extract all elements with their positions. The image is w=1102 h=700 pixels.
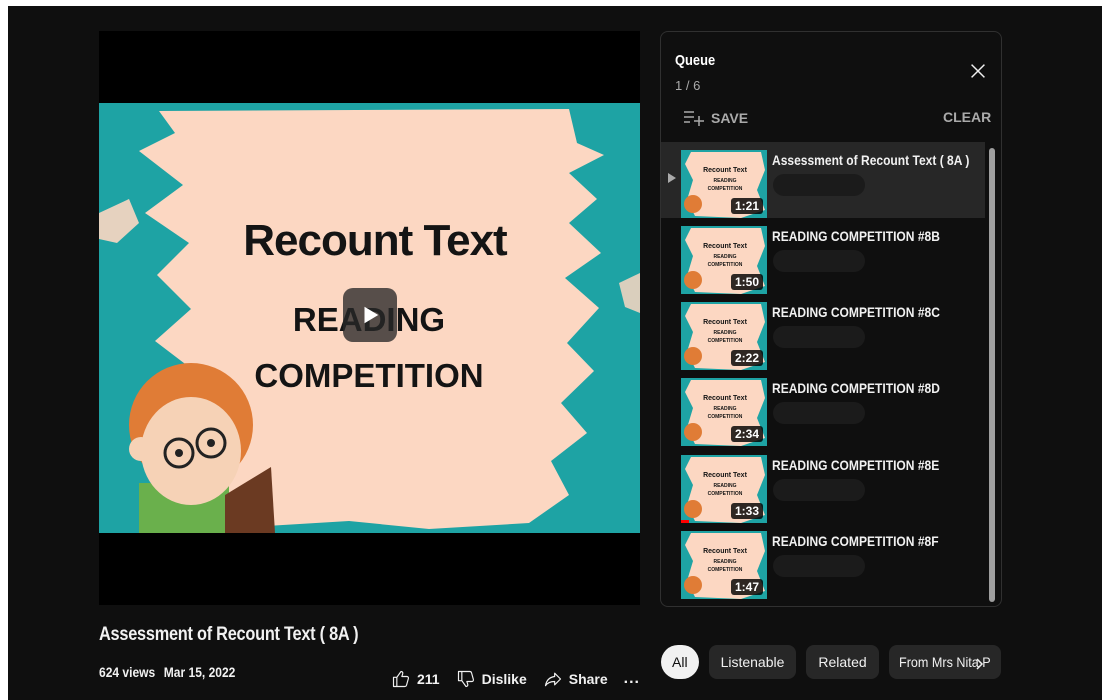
queue-thumb-heading: Recount Text bbox=[703, 167, 747, 174]
clear-queue-button[interactable]: CLEAR bbox=[943, 109, 991, 125]
queue-thumb-line1: READING bbox=[713, 406, 736, 412]
duration-badge: 1:33 bbox=[730, 503, 763, 519]
queue-thumb-line1: READING bbox=[713, 178, 736, 184]
share-label: Share bbox=[568, 671, 608, 687]
queue-item-channel-redacted bbox=[773, 402, 865, 424]
queue-item-channel-redacted bbox=[773, 250, 865, 272]
queue-item-thumbnail: Recount Text READING COMPETITION 1:21 bbox=[681, 150, 767, 218]
queue-item-title: Assessment of Recount Text ( 8A ) bbox=[772, 152, 970, 168]
duration-badge: 2:34 bbox=[730, 426, 763, 442]
more-icon: ... bbox=[623, 670, 640, 687]
thumbnail-heading: Recount Text bbox=[243, 216, 508, 265]
queue-thumb-line2: COMPETITION bbox=[708, 414, 743, 420]
share-button[interactable]: Share bbox=[543, 669, 608, 689]
queue-thumb-heading: Recount Text bbox=[703, 319, 747, 326]
queue-thumb-line1: READING bbox=[713, 559, 736, 565]
queue-item-thumbnail: Recount Text READING COMPETITION 2:22 bbox=[681, 302, 767, 370]
like-count: 211 bbox=[417, 671, 440, 687]
queue-thumb-line2: COMPETITION bbox=[708, 491, 743, 497]
close-icon[interactable] bbox=[967, 60, 989, 82]
queue-item-channel-redacted bbox=[773, 555, 865, 577]
youtube-watch-page: Recount Text READING COMPETITION bbox=[8, 6, 1102, 700]
queue-panel: Queue 1 / 6 SAVE CLEAR Recount Text READI… bbox=[660, 31, 1002, 607]
queue-thumb-line2: COMPETITION bbox=[708, 338, 743, 344]
queue-item-title: READING COMPETITION #8D bbox=[772, 380, 940, 396]
dislike-label: Dislike bbox=[481, 671, 527, 687]
filter-chips: All Listenable Related From Mrs Nita P bbox=[661, 644, 1011, 680]
queue-thumb-line2: COMPETITION bbox=[708, 262, 743, 268]
queue-item-thumbnail: Recount Text READING COMPETITION 1:33 bbox=[681, 455, 767, 523]
queue-thumb-line2: COMPETITION bbox=[708, 567, 743, 573]
dislike-button[interactable]: Dislike bbox=[456, 669, 527, 689]
queue-scrollbar[interactable] bbox=[989, 148, 995, 602]
save-queue-button[interactable]: SAVE bbox=[683, 107, 748, 129]
queue-item-channel-redacted bbox=[773, 326, 865, 348]
queue-item-thumbnail: Recount Text READING COMPETITION 1:47 bbox=[681, 531, 767, 599]
save-label: SAVE bbox=[711, 110, 749, 126]
playlist-add-icon bbox=[684, 111, 704, 126]
duration-badge: 2:22 bbox=[730, 350, 763, 366]
queue-thumb-heading: Recount Text bbox=[703, 243, 747, 250]
queue-item[interactable]: Recount Text READING COMPETITION 1:47 READIN… bbox=[661, 523, 985, 599]
queue-item-title: READING COMPETITION #8B bbox=[772, 228, 940, 244]
video-actions: 211 Dislike Share ... bbox=[391, 666, 640, 692]
queue-item-channel-redacted bbox=[773, 174, 865, 196]
queue-thumb-line1: READING bbox=[713, 254, 736, 260]
video-title: Assessment of Recount Text ( 8A ) bbox=[99, 624, 359, 645]
queue-position: 1 / 6 bbox=[675, 78, 701, 93]
duration-badge: 1:50 bbox=[730, 274, 763, 290]
queue-thumb-heading: Recount Text bbox=[703, 395, 747, 402]
view-count: 624 views bbox=[99, 664, 156, 680]
play-icon bbox=[364, 306, 379, 324]
upload-date: Mar 15, 2022 bbox=[163, 664, 236, 680]
now-playing-icon bbox=[668, 173, 676, 183]
chip-listenable[interactable]: Listenable bbox=[708, 645, 797, 679]
duration-badge: 1:47 bbox=[730, 579, 763, 595]
play-button[interactable] bbox=[343, 288, 397, 342]
thumbs-up-icon bbox=[392, 670, 410, 688]
thumbs-down-icon bbox=[457, 670, 474, 688]
chip-related[interactable]: Related bbox=[806, 645, 879, 679]
video-player[interactable]: Recount Text READING COMPETITION bbox=[99, 31, 640, 605]
queue-item-thumbnail: Recount Text READING COMPETITION 1:50 bbox=[681, 226, 767, 294]
share-icon bbox=[544, 672, 561, 687]
queue-item[interactable]: Recount Text READING COMPETITION 1:21 Assess… bbox=[661, 142, 985, 218]
queue-item[interactable]: Recount Text READING COMPETITION 2:22 READIN… bbox=[661, 294, 985, 370]
thumbnail-line2: COMPETITION bbox=[254, 357, 483, 394]
queue-item[interactable]: Recount Text READING COMPETITION 1:50 READIN… bbox=[661, 218, 985, 294]
video-meta: 624 views Mar 15, 2022 bbox=[99, 664, 235, 680]
queue-item[interactable]: Recount Text READING COMPETITION 2:34 READIN… bbox=[661, 370, 985, 446]
queue-title: Queue bbox=[675, 52, 716, 69]
like-button[interactable]: 211 bbox=[391, 669, 440, 689]
queue-item-channel-redacted bbox=[773, 479, 865, 501]
queue-thumb-heading: Recount Text bbox=[703, 472, 747, 479]
queue-thumb-line2: COMPETITION bbox=[708, 186, 743, 192]
queue-item-title: READING COMPETITION #8C bbox=[772, 304, 940, 320]
more-actions-button[interactable]: ... bbox=[624, 670, 640, 688]
queue-item-thumbnail: Recount Text READING COMPETITION 2:34 bbox=[681, 378, 767, 446]
queue-thumb-line1: READING bbox=[713, 483, 736, 489]
queue-item-title: READING COMPETITION #8E bbox=[772, 457, 940, 473]
queue-item[interactable]: Recount Text READING COMPETITION 1:33 READIN… bbox=[661, 447, 985, 523]
chevron-right-icon[interactable] bbox=[972, 657, 986, 671]
queue-thumb-line1: READING bbox=[713, 330, 736, 336]
queue-item-title: READING COMPETITION #8F bbox=[772, 533, 939, 549]
chip-all[interactable]: All bbox=[661, 645, 699, 679]
queue-thumb-heading: Recount Text bbox=[703, 548, 747, 555]
duration-badge: 1:21 bbox=[730, 198, 763, 214]
